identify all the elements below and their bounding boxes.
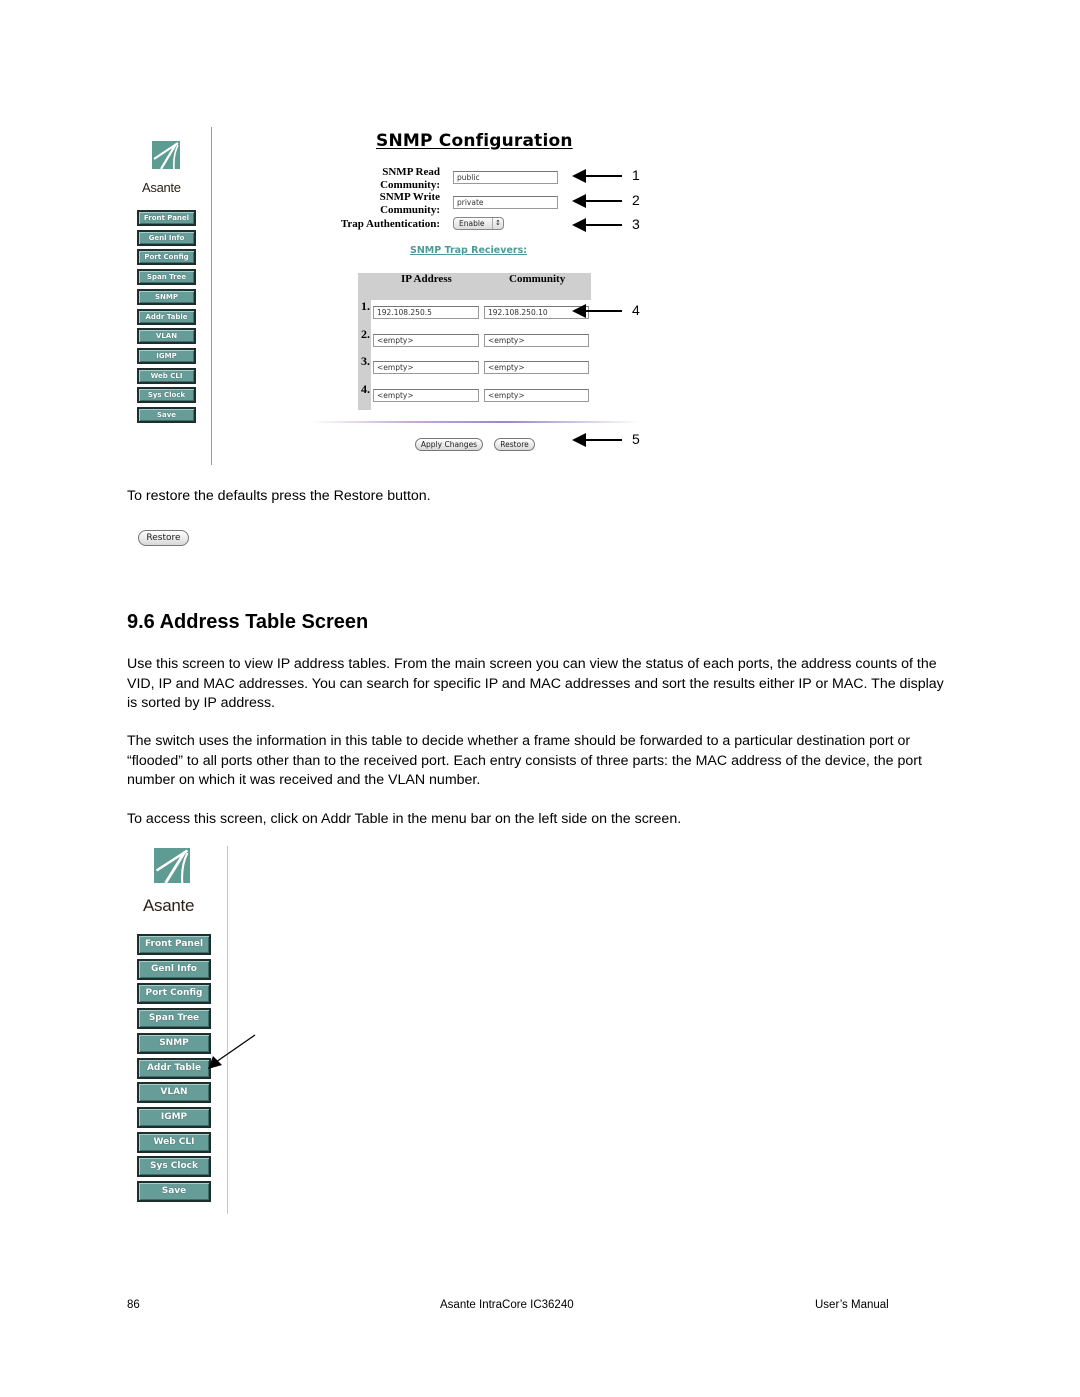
nav-button-genl-info[interactable]: Genl Info [137,958,211,980]
snmp-read-community-input[interactable]: public [453,171,558,184]
select-arrows-icon: ↕ [492,218,501,229]
restore-instruction: To restore the defaults press the Restor… [127,488,431,504]
nav-button-port-config[interactable]: Port Config [137,983,211,1005]
nav-button-web-cli[interactable]: Web CLI [137,1131,211,1153]
callout-arrow-icon [572,433,622,447]
callout-number: 1 [632,167,640,183]
nav-button-front-panel[interactable]: Front Panel [137,934,211,955]
page-title: SNMP Configuration [376,131,573,151]
column-header-community: Community [509,273,566,285]
row-number: 1. [361,299,370,313]
nav-button-snmp[interactable]: SNMP [137,288,196,305]
paragraph-3: To access this screen, click on Addr Tab… [127,811,682,827]
trap-community-input[interactable]: <empty> [484,389,589,403]
restore-button[interactable]: Restore [494,438,535,451]
trap-ip-input[interactable]: <empty> [373,389,479,403]
asante-logo-icon [152,141,180,170]
callout-arrow-icon [572,304,622,318]
sidebar-divider [227,846,228,1214]
callout-number: 4 [632,302,640,318]
column-header-ip: IP Address [401,273,452,285]
nav-button-vlan[interactable]: VLAN [137,1082,211,1104]
callout-arrow-icon [572,194,622,208]
snmp-write-community-input[interactable]: private [453,196,558,209]
nav-button-genl-info[interactable]: Genl Info [137,229,196,246]
footer-manual: User’s Manual [815,1299,889,1311]
nav-button-port-config[interactable]: Port Config [137,249,196,266]
trap-receivers-title: SNMP Trap Recievers: [410,245,528,256]
trap-community-input[interactable]: <empty> [484,361,589,375]
asante-logo-icon [154,848,190,884]
row-number: 2. [361,326,370,341]
nav-button-span-tree[interactable]: Span Tree [137,269,196,286]
apply-changes-button[interactable]: Apply Changes [415,438,483,451]
trap-community-input[interactable]: <empty> [484,333,589,347]
brand-name: Asante [142,180,181,195]
footer-product: Asante IntraCore IC36240 [440,1299,574,1311]
sidebar-divider [211,127,212,465]
restore-button-example[interactable]: Restore [138,530,189,546]
nav-button-save[interactable]: Save [137,407,196,423]
pointer-arrow-icon [208,1034,256,1069]
trap-auth-select[interactable]: Enable ↕ [453,217,504,230]
nav-button-sys-clock[interactable]: Sys Clock [137,387,196,404]
snmp-write-label: SNMP Write Community: [379,191,440,216]
nav-button-save[interactable]: Save [137,1181,211,1202]
row-number: 4. [361,382,370,397]
nav-button-igmp[interactable]: IGMP [137,1106,211,1128]
callout-number: 2 [632,192,640,208]
trap-ip-input[interactable]: <empty> [373,333,479,347]
callout-number: 3 [632,216,640,232]
callout-arrow-icon [572,169,622,183]
nav-button-span-tree[interactable]: Span Tree [137,1008,211,1030]
paragraph-1: Use this screen to view IP address table… [127,656,944,711]
nav-button-addr-table[interactable]: Addr Table [137,308,196,325]
trap-auth-label: Trap Authentication: [340,218,440,230]
asante-logo [154,848,190,884]
divider-line [310,421,640,423]
nav-button-igmp[interactable]: IGMP [137,347,196,364]
trap-ip-input[interactable]: 192.108.250.5 [373,306,479,319]
callout-arrow-icon [572,218,622,232]
nav-button-sys-clock[interactable]: Sys Clock [137,1156,211,1178]
paragraph-2: The switch uses the information in this … [127,733,922,788]
asante-logo [152,141,180,170]
trap-ip-input[interactable]: <empty> [373,361,479,375]
brand-name: Asante [143,896,195,915]
nav-button-front-panel[interactable]: Front Panel [137,210,196,226]
callout-number: 5 [632,431,640,447]
footer-page-number: 86 [127,1299,140,1311]
snmp-read-label: SNMP Read Community: [380,166,440,191]
nav-button-vlan[interactable]: VLAN [137,328,196,345]
section-heading: 9.6 Address Table Screen [127,611,369,633]
nav-button-web-cli[interactable]: Web CLI [137,367,196,384]
row-number: 3. [361,354,370,369]
